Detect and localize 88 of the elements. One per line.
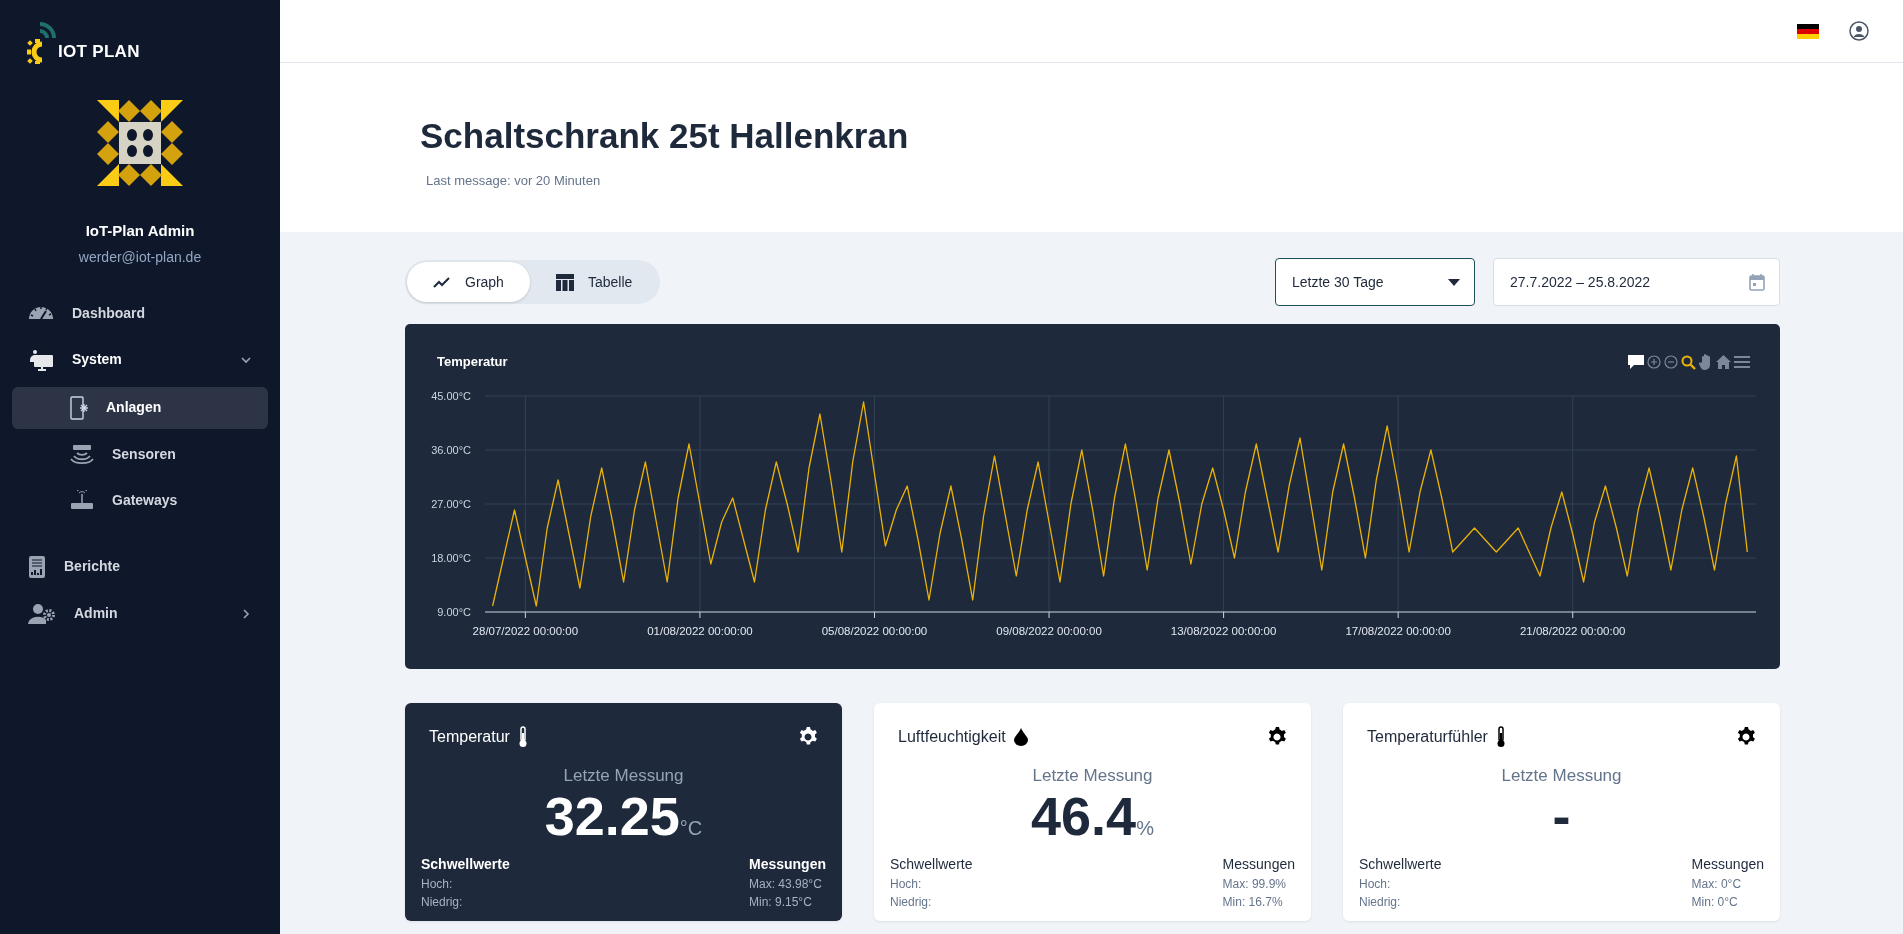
measurements-label: Messungen: [1222, 855, 1295, 874]
y-axis-label: 36.00°C: [431, 444, 471, 456]
hand-icon[interactable]: [1699, 354, 1713, 370]
threshold-low: Niedrig:: [421, 894, 464, 911]
calendar-icon[interactable]: [1749, 273, 1765, 291]
report-chart-icon: [28, 554, 46, 579]
user-gear-icon: [28, 602, 56, 625]
nav-item[interactable]: Admin: [12, 593, 268, 634]
zoom-in-icon[interactable]: [1647, 355, 1661, 369]
cabinet-snowflake-icon: [70, 395, 88, 420]
sensor-card[interactable]: Temperatur Letzte Messung 32.25°C Schwellwerte Hoch: Niedrig: Messungen Max: 43.98°C Min: 9.15°C: [405, 703, 842, 921]
measurement-value: 32.25: [544, 788, 680, 843]
card-title: Temperatur: [429, 727, 510, 747]
user-email: werder@iot-plan.de: [77, 247, 203, 267]
nav-item[interactable]: Sensoren: [12, 434, 268, 475]
sensor-card[interactable]: Luftfeuchtigkeit Letzte Messung 46.4% Schwellwerte Hoch: Niedrig: Messungen Max: 99.9% Min: 16.7%: [874, 703, 1311, 921]
measurement-unit: %: [1136, 816, 1154, 841]
monitor-bell-icon: [28, 347, 54, 372]
thresholds-label: Schwellwerte: [890, 855, 973, 874]
measurement-caption: Letzte Messung: [1031, 765, 1154, 787]
x-axis-label: 21/08/2022 00:00:00: [1519, 625, 1626, 637]
german-flag-icon[interactable]: [1797, 23, 1819, 39]
nav-item[interactable]: Gateways: [12, 480, 268, 520]
x-axis-label: 01/08/2022 00:00:00: [647, 625, 753, 637]
settings-icon[interactable]: [1736, 727, 1756, 747]
settings-icon[interactable]: [1267, 727, 1287, 747]
sensor-card[interactable]: Temperaturfühler Letzte Messung - Schwellwerte Hoch: Niedrig: Messungen Max: 0°C Min: 0°C: [1343, 703, 1780, 921]
x-axis-label: 05/08/2022 00:00:00: [821, 625, 928, 637]
sensor-waves-icon: [70, 443, 94, 466]
dropdown-caret-icon: [1448, 278, 1460, 286]
measurements-label: Messungen: [749, 855, 826, 874]
chart-title: Temperatur: [437, 353, 508, 372]
logo-text: IOT PLAN: [58, 43, 140, 60]
nav-item[interactable]: Anlagen: [12, 386, 268, 429]
y-axis-label: 9.00°C: [437, 606, 471, 618]
threshold-high: Hoch:: [421, 876, 454, 893]
magnifier-icon[interactable]: [1681, 354, 1696, 370]
nav-item[interactable]: Berichte: [12, 545, 268, 588]
measurement-caption: Letzte Messung: [1500, 765, 1623, 787]
y-axis-label: 18.00°C: [431, 552, 471, 564]
view-tab[interactable]: Tabelle: [529, 262, 659, 302]
table-icon: [555, 273, 574, 291]
gauge-icon: [28, 305, 54, 321]
date-range-field[interactable]: 27.7.2022 – 25.8.2022: [1493, 258, 1780, 306]
thermometer-icon: [1495, 726, 1506, 748]
logo-icon: [26, 20, 56, 64]
menu-icon[interactable]: [1734, 356, 1750, 368]
measurement-min: Min: 9.15°C: [749, 894, 813, 911]
zoom-out-icon[interactable]: [1664, 355, 1678, 369]
x-axis-label: 09/08/2022 00:00:00: [996, 625, 1102, 637]
card-title: Luftfeuchtigkeit: [898, 727, 1006, 747]
threshold-high: Hoch:: [890, 876, 923, 893]
measurement-max: Max: 99.9%: [1222, 876, 1287, 893]
thresholds-label: Schwellwerte: [1359, 855, 1442, 874]
card-title: Temperaturfühler: [1367, 727, 1488, 747]
threshold-high: Hoch:: [1359, 876, 1392, 893]
y-axis-label: 27.00°C: [431, 498, 471, 510]
router-icon: [70, 490, 94, 510]
x-axis-label: 17/08/2022 00:00:00: [1345, 625, 1451, 637]
measurements-label: Messungen: [1691, 855, 1764, 874]
measurement-max: Max: 43.98°C: [749, 876, 823, 893]
settings-icon[interactable]: [798, 727, 818, 747]
thresholds-label: Schwellwerte: [421, 855, 510, 874]
view-tab[interactable]: Graph: [407, 262, 530, 302]
user-account-icon[interactable]: [1849, 21, 1869, 41]
nav-item[interactable]: Dashboard: [12, 293, 268, 333]
measurement-caption: Letzte Messung: [562, 765, 685, 787]
measurement-unit: °C: [679, 815, 703, 841]
last-message: Last message: vor 20 Minuten: [426, 172, 602, 190]
water-drop-icon: [1013, 728, 1028, 746]
threshold-low: Niedrig:: [890, 894, 933, 911]
measurement-value: -: [1552, 788, 1571, 843]
measurement-min: Min: 0°C: [1691, 894, 1739, 911]
nav-item[interactable]: System: [12, 338, 268, 381]
comment-icon[interactable]: [1628, 355, 1644, 369]
measurement-min: Min: 16.7%: [1222, 894, 1284, 911]
trend-line-icon: [433, 276, 451, 288]
thermometer-icon: [517, 726, 528, 748]
measurement-value: 46.4: [1031, 788, 1137, 843]
range-select[interactable]: Letzte 30 Tage: [1275, 258, 1475, 306]
home-icon[interactable]: [1716, 355, 1731, 369]
y-axis-label: 45.00°C: [431, 390, 471, 402]
x-axis-label: 13/08/2022 00:00:00: [1170, 625, 1277, 637]
measurement-max: Max: 0°C: [1691, 876, 1743, 893]
user-name: IoT-Plan Admin: [84, 221, 196, 241]
page-title: Schaltschrank 25t Hallenkran: [420, 115, 910, 157]
x-axis-label: 28/07/2022 00:00:00: [472, 625, 579, 637]
threshold-low: Niedrig:: [1359, 894, 1402, 911]
